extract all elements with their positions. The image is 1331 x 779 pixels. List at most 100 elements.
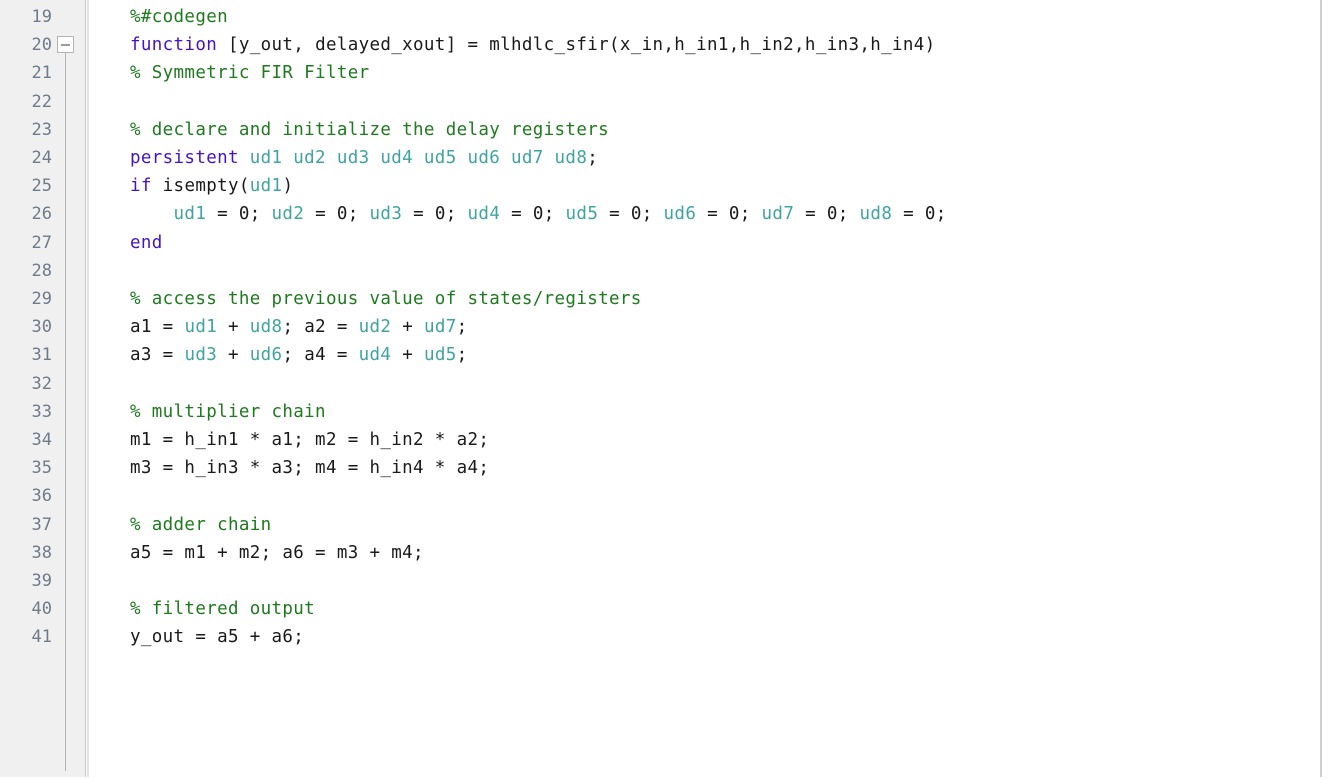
code-token-comment: % adder chain <box>130 514 272 535</box>
code-token-comment: % declare and initialize the delay regis… <box>130 119 609 140</box>
code-token-comment: % access the previous value of states/re… <box>130 289 642 309</box>
code-token-plain: = 0; <box>402 204 468 225</box>
code-token-plain: = 0; <box>892 204 947 225</box>
code-token-persist: ud5 <box>424 345 457 366</box>
code-token-persist: ud7 <box>761 204 795 225</box>
code-token-plain: = 0; <box>304 204 370 225</box>
code-fold-line <box>65 53 66 771</box>
code-token-kw: end <box>130 232 163 253</box>
code-token-persist: ud4 <box>358 345 392 366</box>
code-token-persist: ud7 <box>424 317 457 338</box>
code-line[interactable]: a3 = ud3 + ud6; a4 = ud4 + ud5; <box>130 341 468 369</box>
code-token-plain: + <box>217 345 250 366</box>
code-token-plain: isempty( <box>151 176 250 197</box>
line-number: 29 <box>31 289 52 309</box>
code-token-comment: % filtered output <box>130 599 316 620</box>
code-token-plain: a1 = <box>130 317 185 338</box>
line-number: 34 <box>31 430 52 450</box>
line-number: 39 <box>31 571 52 591</box>
code-token-kw: function <box>130 35 218 56</box>
code-line[interactable]: % access the previous value of states/re… <box>130 285 642 313</box>
code-token-plain: y_out = a5 + a6; <box>130 627 305 648</box>
line-number: 21 <box>31 63 52 84</box>
code-token-persist: ud6 <box>663 204 697 225</box>
code-token-plain: a5 = m1 + m2; a6 = m3 + m4; <box>130 542 424 563</box>
line-number: 31 <box>31 345 52 366</box>
code-token-plain: ; <box>587 148 599 168</box>
line-number: 33 <box>31 401 52 422</box>
line-number: 27 <box>31 232 52 253</box>
code-token-plain: = 0; <box>598 204 664 225</box>
code-token-plain: = 0; <box>696 204 762 225</box>
code-token-plain: m1 = h_in1 * a1; m2 = h_in2 * a2; <box>130 430 490 450</box>
code-token-persist: ud4 <box>467 204 501 225</box>
line-number: 20 <box>31 35 52 56</box>
code-token-persist: ud1 <box>184 317 218 338</box>
code-token-persist: ud1 ud2 ud3 ud4 ud5 ud6 ud7 ud8 <box>238 148 588 168</box>
code-token-persist: ud3 <box>369 204 403 225</box>
code-line[interactable]: % Symmetric FIR Filter <box>130 59 370 87</box>
code-line[interactable]: %#codegen <box>130 3 228 31</box>
code-editor[interactable]: 19 20 21 22 23 24 25 26 27 28 29 30 31 32 33 34 35 36 37 38… <box>0 0 1331 779</box>
line-number: 30 <box>31 317 52 338</box>
code-token-persist: ud1 <box>173 204 207 225</box>
code-token-kw: if <box>130 176 152 197</box>
code-line[interactable]: % filtered output <box>130 595 315 623</box>
code-token-persist: ud8 <box>859 204 893 225</box>
line-number: 35 <box>31 458 52 479</box>
line-number: 23 <box>31 119 52 140</box>
code-token-plain: ; a2 = <box>282 317 359 338</box>
code-content-area[interactable]: %#codegen function [y_out, delayed_xout] … <box>130 0 1320 779</box>
line-number: 41 <box>31 627 52 648</box>
code-line[interactable]: % multiplier chain <box>130 398 326 426</box>
code-token-plain: + <box>391 317 424 338</box>
code-token-plain: [y_out, delayed_xout] = mlhdlc_sfir(x_in… <box>217 35 936 56</box>
code-token-comment: % multiplier chain <box>130 401 326 422</box>
code-token-persist: ud6 <box>249 345 283 366</box>
code-token-plain: ) <box>282 176 294 197</box>
code-token-plain: + <box>391 345 424 366</box>
code-token-comment: %#codegen <box>130 7 228 27</box>
code-token-plain: ; a4 = <box>282 345 359 366</box>
code-line[interactable]: a1 = ud1 + ud8; a2 = ud2 + ud7; <box>130 313 468 341</box>
code-token-plain: m3 = h_in3 * a3; m4 = h_in4 * a4; <box>130 458 490 479</box>
code-token-plain: = 0; <box>500 204 566 225</box>
code-fold-toggle-icon[interactable] <box>57 36 74 54</box>
code-line[interactable]: m3 = h_in3 * a3; m4 = h_in4 * a4; <box>130 454 489 482</box>
code-line[interactable]: % declare and initialize the delay regis… <box>130 116 609 144</box>
code-line[interactable]: persistent ud1 ud2 ud3 ud4 ud5 ud6 ud7 u… <box>130 144 598 172</box>
line-number: 19 <box>31 7 52 27</box>
line-number: 38 <box>31 542 52 563</box>
code-token-plain: = 0; <box>206 204 272 225</box>
line-number: 37 <box>31 514 52 535</box>
code-token-plain: = 0; <box>794 204 860 225</box>
editor-right-edge <box>1320 0 1322 779</box>
code-line[interactable]: % adder chain <box>130 511 272 539</box>
code-line[interactable]: function [y_out, delayed_xout] = mlhdlc_… <box>130 31 936 59</box>
line-number: 28 <box>31 260 52 281</box>
code-token-persist: ud2 <box>271 204 305 225</box>
line-number: 26 <box>31 204 52 225</box>
code-token-persist: ud5 <box>565 204 599 225</box>
code-token-persist: ud3 <box>184 345 218 366</box>
code-token-plain: a3 = <box>130 345 185 366</box>
code-line[interactable]: y_out = a5 + a6; <box>130 623 304 651</box>
code-token-persist: ud8 <box>249 317 283 338</box>
line-number: 25 <box>31 176 52 197</box>
code-line[interactable]: m1 = h_in1 * a1; m2 = h_in2 * a2; <box>130 426 489 454</box>
code-token-plain: ; <box>456 317 468 338</box>
code-line[interactable]: a5 = m1 + m2; a6 = m3 + m4; <box>130 539 424 567</box>
code-token-kw: persistent <box>130 148 239 168</box>
line-number: 24 <box>31 148 52 168</box>
line-number: 40 <box>31 599 52 620</box>
gutter-divider <box>87 0 89 779</box>
code-token-plain: ; <box>456 345 468 366</box>
code-line[interactable]: end <box>130 229 163 257</box>
code-line[interactable]: ud1 = 0; ud2 = 0; ud3 = 0; ud4 = 0; ud5 … <box>130 200 947 228</box>
line-number: 36 <box>31 486 52 507</box>
code-token-persist: ud2 <box>358 317 392 338</box>
code-token-persist: ud1 <box>249 176 283 197</box>
code-line[interactable]: if isempty(ud1) <box>130 172 293 200</box>
code-token-plain: + <box>217 317 250 338</box>
